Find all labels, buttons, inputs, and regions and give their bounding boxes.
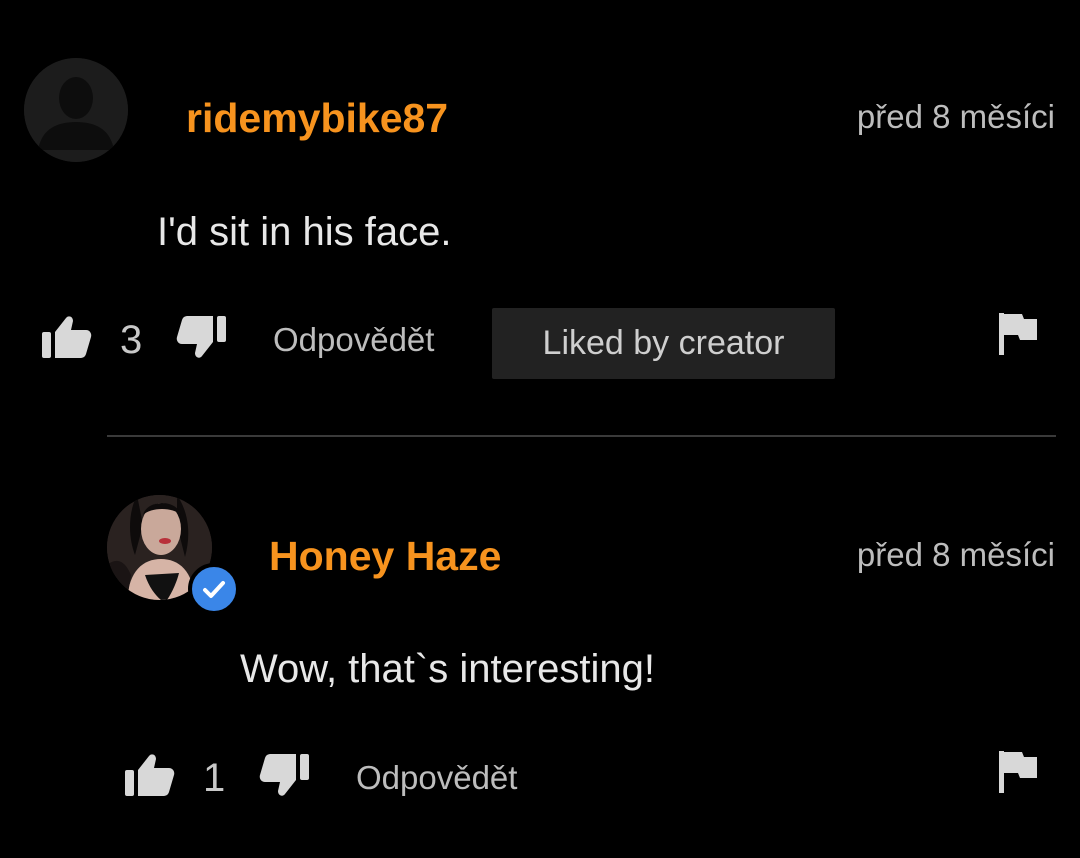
flag-icon bbox=[999, 313, 1037, 355]
username[interactable]: ridemybike87 bbox=[186, 98, 448, 139]
thumbs-down-icon bbox=[176, 316, 226, 358]
avatar[interactable] bbox=[24, 58, 128, 162]
timestamp: před 8 měsíci bbox=[856, 536, 1055, 573]
report-button[interactable] bbox=[998, 312, 1038, 361]
like-count: 1 bbox=[203, 756, 226, 800]
dislike-button[interactable] bbox=[259, 752, 311, 803]
divider bbox=[107, 435, 1056, 437]
comment-text: I'd sit in his face. bbox=[157, 210, 452, 254]
like-count: 3 bbox=[120, 318, 143, 362]
like-button[interactable] bbox=[123, 752, 175, 803]
reply-button[interactable]: Odpovědět bbox=[356, 761, 517, 794]
thumbs-up-icon bbox=[42, 316, 92, 358]
flag-icon bbox=[999, 751, 1037, 793]
user-silhouette-icon bbox=[24, 58, 128, 162]
username[interactable]: Honey Haze bbox=[269, 536, 501, 577]
badge-label: Liked by creator bbox=[542, 324, 785, 362]
liked-by-creator-badge: Liked by creator bbox=[492, 308, 835, 379]
verified-badge bbox=[188, 563, 240, 615]
comment-text: Wow, that`s interesting! bbox=[240, 647, 655, 691]
like-button[interactable] bbox=[40, 314, 92, 365]
timestamp: před 8 měsíci bbox=[856, 98, 1055, 135]
thumbs-up-icon bbox=[125, 754, 175, 796]
dislike-button[interactable] bbox=[176, 314, 228, 365]
thumbs-down-icon bbox=[259, 754, 309, 796]
reply-button[interactable]: Odpovědět bbox=[273, 323, 434, 356]
checkmark-icon bbox=[203, 581, 225, 598]
report-button[interactable] bbox=[998, 750, 1038, 799]
